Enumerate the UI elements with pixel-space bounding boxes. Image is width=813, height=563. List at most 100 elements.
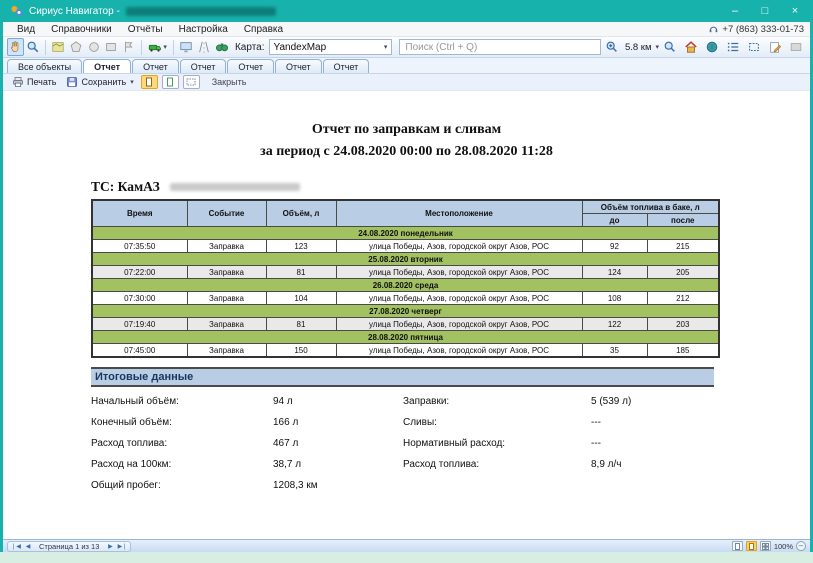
next-page-button[interactable]: ▶ bbox=[105, 543, 115, 550]
last-page-button[interactable]: ▶❘ bbox=[117, 543, 127, 550]
maximize-button[interactable]: □ bbox=[750, 0, 780, 22]
menu-otchety[interactable]: Отчёты bbox=[120, 24, 171, 35]
layout-multi-icon bbox=[762, 543, 769, 550]
layout-single-icon bbox=[734, 543, 741, 550]
save-button[interactable]: Сохранить ▾ bbox=[63, 75, 136, 89]
report-title: Отчет по заправкам и сливам за период с … bbox=[3, 119, 810, 162]
magnifier-icon[interactable] bbox=[25, 38, 42, 56]
toolbar-separator bbox=[141, 40, 142, 55]
minimize-button[interactable]: – bbox=[720, 0, 750, 22]
totals-label-right: Сливы: bbox=[403, 417, 591, 428]
tab-report-5[interactable]: Отчет bbox=[275, 59, 322, 73]
fit-width-icon bbox=[186, 77, 196, 87]
vehicle-icon[interactable]: ▾ bbox=[146, 38, 169, 56]
screen-icon[interactable] bbox=[786, 38, 806, 56]
totals-value-right: 5 (539 л) bbox=[591, 396, 714, 407]
app-window: Сириус Навигатор - – □ × Вид Справочники… bbox=[0, 0, 813, 563]
table-row: 07:19:40Заправка81улица Победы, Азов, го… bbox=[92, 318, 719, 331]
cell-location: улица Победы, Азов, городской округ Азов… bbox=[336, 344, 582, 358]
cell-event: Заправка bbox=[187, 240, 266, 253]
map-scale-value[interactable]: 5.8 км bbox=[625, 42, 652, 53]
zoom-level: 100% bbox=[774, 542, 793, 551]
cell-location: улица Победы, Азов, городской округ Азов… bbox=[336, 292, 582, 305]
menu-spravochniki[interactable]: Справочники bbox=[43, 24, 120, 35]
zoom-lens-icon[interactable] bbox=[660, 38, 680, 56]
day-group-label: 27.08.2020 четверг bbox=[92, 305, 719, 318]
day-group-label: 26.08.2020 среда bbox=[92, 279, 719, 292]
cell-time: 07:45:00 bbox=[92, 344, 187, 358]
globe-icon[interactable] bbox=[702, 38, 722, 56]
menubar: Вид Справочники Отчёты Настройка Справка… bbox=[3, 22, 810, 37]
road-icon[interactable] bbox=[196, 38, 213, 56]
search-input[interactable]: Поиск (Ctrl + Q) bbox=[399, 39, 601, 55]
print-button[interactable]: Печать bbox=[9, 75, 59, 89]
printer-icon bbox=[12, 76, 24, 88]
layout-multi-button[interactable] bbox=[760, 541, 771, 551]
prev-page-button[interactable]: ◀ bbox=[23, 543, 33, 550]
layout-single-button[interactable] bbox=[732, 541, 743, 551]
fit-page-icon bbox=[165, 77, 175, 87]
layout-continuous-icon bbox=[748, 543, 755, 550]
totals-grid: Начальный объём:94 лЗаправки:5 (539 л)Ко… bbox=[91, 396, 714, 491]
edit-note-icon[interactable] bbox=[765, 38, 785, 56]
layout-continuous-button[interactable] bbox=[746, 541, 757, 551]
cell-event: Заправка bbox=[187, 292, 266, 305]
zoom-in-icon[interactable] bbox=[602, 38, 622, 56]
save-label: Сохранить bbox=[81, 77, 126, 87]
circle-tool-icon[interactable] bbox=[85, 38, 102, 56]
cell-after: 185 bbox=[647, 344, 719, 358]
cell-before: 124 bbox=[582, 266, 647, 279]
main-toolbar: ▾ Карта: YandexMap ▾ Поиск (Ctrl + Q) 5.… bbox=[3, 37, 810, 58]
hand-tool-icon[interactable] bbox=[7, 38, 24, 56]
cell-event: Заправка bbox=[187, 318, 266, 331]
view-fit-page-button[interactable] bbox=[162, 75, 179, 89]
totals-header: Итоговые данные bbox=[91, 367, 714, 387]
pager: ❘◀ ◀ Страница 1 из 13 ▶ ▶❘ bbox=[7, 541, 131, 552]
home-icon[interactable] bbox=[681, 38, 701, 56]
tab-report-1[interactable]: Отчет bbox=[83, 59, 131, 73]
print-label: Печать bbox=[27, 77, 56, 87]
window-title-redacted bbox=[126, 7, 276, 16]
tab-all-objects[interactable]: Все объекты bbox=[7, 59, 82, 73]
view-fit-width-button[interactable] bbox=[183, 75, 200, 89]
cell-volume: 150 bbox=[266, 344, 336, 358]
cell-before: 122 bbox=[582, 318, 647, 331]
toolbar-separator bbox=[45, 40, 46, 55]
tab-report-4[interactable]: Отчет bbox=[227, 59, 274, 73]
menu-nastroyka[interactable]: Настройка bbox=[171, 24, 236, 35]
totals-label-right: Расход топлива: bbox=[403, 459, 591, 470]
map-provider-select[interactable]: YandexMap ▾ bbox=[269, 39, 393, 55]
flag-tool-icon[interactable] bbox=[121, 38, 138, 56]
scale-caret-icon[interactable]: ▾ bbox=[655, 43, 659, 51]
cell-location: улица Победы, Азов, городской округ Азов… bbox=[336, 266, 582, 279]
first-page-button[interactable]: ❘◀ bbox=[11, 543, 21, 550]
monitor-icon[interactable] bbox=[178, 38, 195, 56]
col-header-location: Местоположение bbox=[336, 200, 582, 227]
select-area-icon[interactable] bbox=[744, 38, 764, 56]
list-icon[interactable] bbox=[723, 38, 743, 56]
view-single-page-button[interactable] bbox=[141, 75, 158, 89]
single-page-icon bbox=[144, 77, 154, 87]
cell-event: Заправка bbox=[187, 266, 266, 279]
polygon-tool-icon[interactable] bbox=[68, 38, 85, 56]
cell-location: улица Победы, Азов, городской округ Азов… bbox=[336, 318, 582, 331]
totals-label-right: Нормативный расход: bbox=[403, 438, 591, 449]
close-report-button[interactable]: Закрыть bbox=[212, 77, 247, 87]
rect-tool-icon[interactable] bbox=[103, 38, 120, 56]
save-dropdown-caret-icon[interactable]: ▾ bbox=[130, 78, 134, 86]
support-phone: +7 (863) 333-01-73 bbox=[722, 24, 804, 35]
zoom-out-button[interactable]: – bbox=[796, 541, 806, 551]
map-edit-icon[interactable] bbox=[50, 38, 67, 56]
tab-report-2[interactable]: Отчет bbox=[132, 59, 179, 73]
cell-location: улица Победы, Азов, городской округ Азов… bbox=[336, 240, 582, 253]
binoculars-icon[interactable] bbox=[213, 38, 230, 56]
report-toolbar: Печать Сохранить ▾ Закрыть bbox=[3, 74, 810, 91]
tab-report-6[interactable]: Отчет bbox=[323, 59, 370, 73]
tab-report-3[interactable]: Отчет bbox=[180, 59, 227, 73]
cell-time: 07:35:50 bbox=[92, 240, 187, 253]
totals-value-left: 166 л bbox=[273, 417, 403, 428]
close-button[interactable]: × bbox=[780, 0, 810, 22]
menu-spravka[interactable]: Справка bbox=[236, 24, 291, 35]
menu-vid[interactable]: Вид bbox=[9, 24, 43, 35]
cell-volume: 104 bbox=[266, 292, 336, 305]
